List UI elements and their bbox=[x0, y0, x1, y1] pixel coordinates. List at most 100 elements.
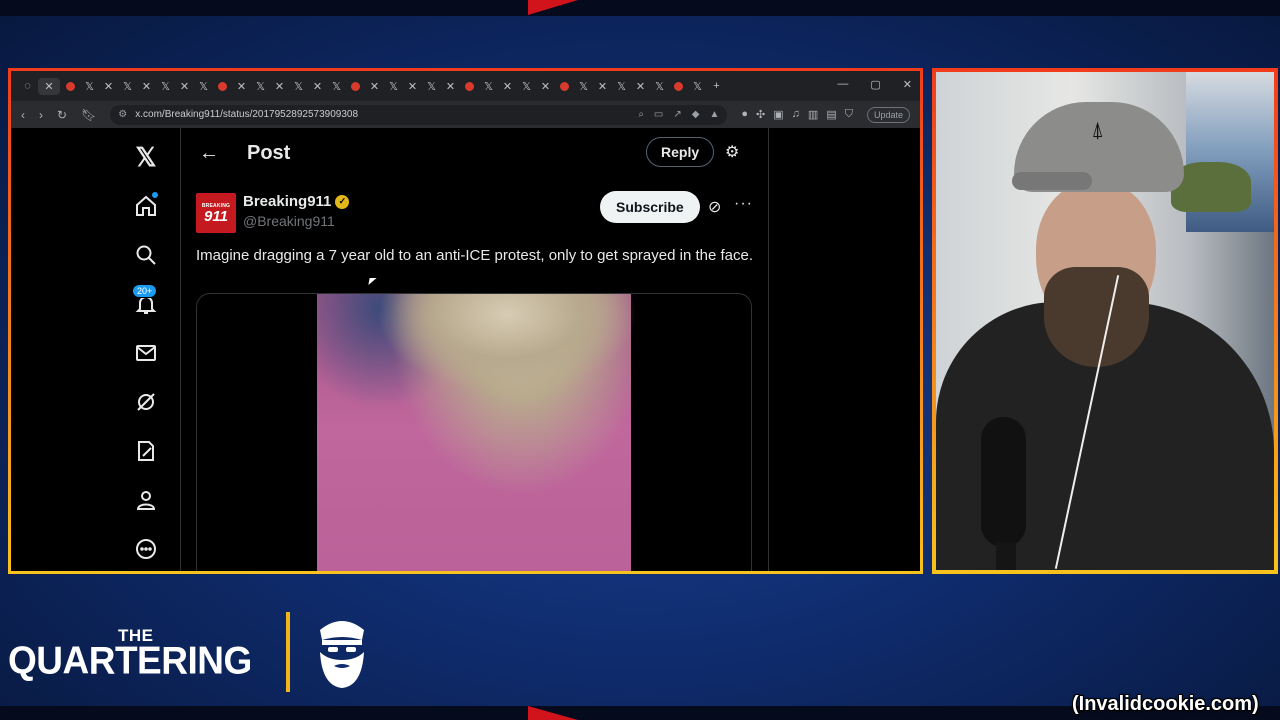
tab-x-icon[interactable]: 𝕏 bbox=[81, 78, 98, 95]
filter-settings-icon[interactable]: ⚙︎ bbox=[725, 142, 739, 162]
back-icon[interactable]: ‹ bbox=[21, 108, 25, 122]
tab-x-icon[interactable]: 𝕏 bbox=[689, 78, 706, 95]
close-window-icon[interactable]: ✕ bbox=[903, 78, 912, 91]
column-divider bbox=[768, 128, 769, 571]
tweet-media[interactable] bbox=[196, 293, 752, 571]
top-bar bbox=[0, 0, 1280, 16]
x-logo-icon[interactable]: 𝕏 bbox=[126, 137, 166, 177]
tab-x-icon[interactable]: 𝕏 bbox=[290, 78, 307, 95]
address-bar[interactable]: ⚙︎ x.com/Breaking911/status/201795289257… bbox=[110, 104, 728, 125]
extension-icon[interactable]: ● bbox=[741, 108, 748, 121]
tab-x-icon[interactable]: 𝕏 bbox=[480, 78, 497, 95]
page-title: Post bbox=[247, 141, 291, 164]
tab-x-icon[interactable]: 𝕏 bbox=[328, 78, 345, 95]
zoom-icon[interactable]: ⌕ bbox=[638, 109, 644, 120]
wallet-icon[interactable]: ▤ bbox=[826, 108, 836, 121]
x-page: 𝕏 20+ ← Post Reply ⚙︎ BREAKING 911 Break… bbox=[11, 128, 920, 571]
tab-brave-icon[interactable] bbox=[461, 78, 478, 95]
forward-icon[interactable]: › bbox=[39, 108, 43, 122]
logo-main: QUARTERING bbox=[8, 638, 252, 682]
tab-close-icon[interactable]: ✕ bbox=[271, 78, 288, 95]
minimize-icon[interactable]: — bbox=[837, 78, 848, 91]
window-controls: — ▢ ✕ bbox=[837, 78, 912, 91]
reload-icon[interactable]: ↻ bbox=[57, 108, 67, 122]
tab-close-icon[interactable]: ✕ bbox=[537, 78, 554, 95]
red-accent-top bbox=[528, 0, 578, 15]
tab-x-icon[interactable]: 𝕏 bbox=[157, 78, 174, 95]
bookmark-icon[interactable]: 🔖︎ bbox=[81, 108, 96, 122]
tab-x-icon[interactable]: 𝕏 bbox=[575, 78, 592, 95]
home-icon[interactable] bbox=[126, 186, 166, 226]
post-header: ← Post Reply ⚙︎ bbox=[181, 128, 768, 178]
tab-x-icon[interactable]: 𝕏 bbox=[651, 78, 668, 95]
screenshot-icon[interactable]: ▣ bbox=[773, 108, 783, 121]
music-icon[interactable]: ♫ bbox=[792, 108, 800, 121]
brave-shield-icon[interactable]: ◆ bbox=[692, 109, 700, 120]
tab-close-icon[interactable]: ✕ bbox=[100, 78, 117, 95]
author-name[interactable]: Breaking911 ✓ bbox=[243, 193, 350, 210]
tab-x-icon[interactable]: 𝕏 bbox=[518, 78, 535, 95]
profile-icon[interactable] bbox=[126, 480, 166, 520]
cap-logo-icon: ⍋ bbox=[1091, 117, 1105, 142]
tab-close-icon[interactable]: ✕ bbox=[233, 78, 250, 95]
tab-x-icon[interactable]: 𝕏 bbox=[423, 78, 440, 95]
drafts-icon[interactable] bbox=[126, 431, 166, 471]
video-player[interactable] bbox=[317, 294, 637, 571]
channel-logo: THE QUARTERING bbox=[8, 618, 278, 692]
new-tab-plus-icon[interactable]: + bbox=[708, 78, 725, 95]
grok-icon[interactable] bbox=[126, 382, 166, 422]
tab-close-icon[interactable]: ✕ bbox=[632, 78, 649, 95]
tab-x-icon[interactable]: 𝕏 bbox=[195, 78, 212, 95]
author-handle[interactable]: @Breaking911 bbox=[243, 213, 335, 229]
rewards-icon[interactable]: ▲ bbox=[709, 109, 719, 120]
tab-active[interactable]: ✕ bbox=[38, 77, 60, 95]
mouse-cursor-icon bbox=[368, 278, 377, 285]
sidebar-icon[interactable]: ▥ bbox=[808, 108, 818, 121]
maximize-icon[interactable]: ▢ bbox=[870, 78, 880, 91]
author-name-text: Breaking911 bbox=[243, 193, 332, 210]
cap-brim bbox=[1012, 172, 1092, 190]
tab-brave-icon[interactable] bbox=[62, 78, 79, 95]
tab-close-icon[interactable]: ✕ bbox=[309, 78, 326, 95]
vpn-icon[interactable]: ⛉ bbox=[845, 108, 853, 121]
tab-x-icon[interactable]: 𝕏 bbox=[119, 78, 136, 95]
tab-brave-icon[interactable] bbox=[556, 78, 573, 95]
tab-x-icon[interactable]: 𝕏 bbox=[613, 78, 630, 95]
puzzle-icon[interactable]: ✣ bbox=[756, 108, 765, 121]
subscribe-button[interactable]: Subscribe bbox=[600, 191, 700, 223]
notifications-icon[interactable]: 20+ bbox=[126, 284, 166, 324]
site-settings-icon[interactable]: ⚙︎ bbox=[118, 109, 127, 120]
tab-close-icon[interactable]: ✕ bbox=[442, 78, 459, 95]
tab-x-icon[interactable]: 𝕏 bbox=[385, 78, 402, 95]
tab-brave-icon[interactable] bbox=[670, 78, 687, 95]
browser-toolbar: ‹ › ↻ 🔖︎ ⚙︎ x.com/Breaking911/status/201… bbox=[11, 101, 920, 128]
share-icon[interactable]: ↗ bbox=[673, 109, 681, 120]
tab-brave-icon[interactable] bbox=[214, 78, 231, 95]
tab-close-icon[interactable]: ✕ bbox=[366, 78, 383, 95]
tab-close-icon[interactable]: ✕ bbox=[499, 78, 516, 95]
tab-x-icon[interactable]: 𝕏 bbox=[252, 78, 269, 95]
tab-close-icon[interactable]: ✕ bbox=[594, 78, 611, 95]
tab-close-icon[interactable]: ✕ bbox=[138, 78, 155, 95]
tab-close-icon[interactable]: ✕ bbox=[404, 78, 421, 95]
avatar[interactable]: BREAKING 911 bbox=[196, 193, 236, 233]
search-icon[interactable] bbox=[126, 235, 166, 275]
unread-dot bbox=[152, 192, 158, 198]
cast-icon[interactable]: ▭ bbox=[654, 109, 663, 120]
more-icon[interactable]: ··· bbox=[734, 195, 753, 213]
credit-text: (Invalidcookie.com) bbox=[1072, 693, 1259, 715]
streamer-beard bbox=[1044, 267, 1149, 367]
browser-frame: ◌ ✕ 𝕏 ✕ 𝕏 ✕ 𝕏 ✕ 𝕏 ✕ 𝕏 ✕ 𝕏 ✕ 𝕏 ✕ 𝕏 ✕ 𝕏 ✕ … bbox=[8, 68, 923, 574]
more-options-icon[interactable] bbox=[126, 529, 166, 569]
reply-button[interactable]: Reply bbox=[646, 137, 715, 167]
grok-explain-icon[interactable]: ⊘ bbox=[708, 197, 721, 217]
messages-icon[interactable] bbox=[126, 333, 166, 373]
back-arrow-icon[interactable]: ← bbox=[199, 142, 219, 165]
update-button[interactable]: Update bbox=[866, 106, 910, 123]
tab-icon[interactable]: ◌ bbox=[19, 78, 36, 95]
browser-window: ◌ ✕ 𝕏 ✕ 𝕏 ✕ 𝕏 ✕ 𝕏 ✕ 𝕏 ✕ 𝕏 ✕ 𝕏 ✕ 𝕏 ✕ 𝕏 ✕ … bbox=[11, 71, 920, 571]
tab-close-icon[interactable]: ✕ bbox=[176, 78, 193, 95]
logo-separator bbox=[286, 612, 290, 692]
webcam-video: ⍋ bbox=[936, 72, 1274, 570]
tab-brave-icon[interactable] bbox=[347, 78, 364, 95]
